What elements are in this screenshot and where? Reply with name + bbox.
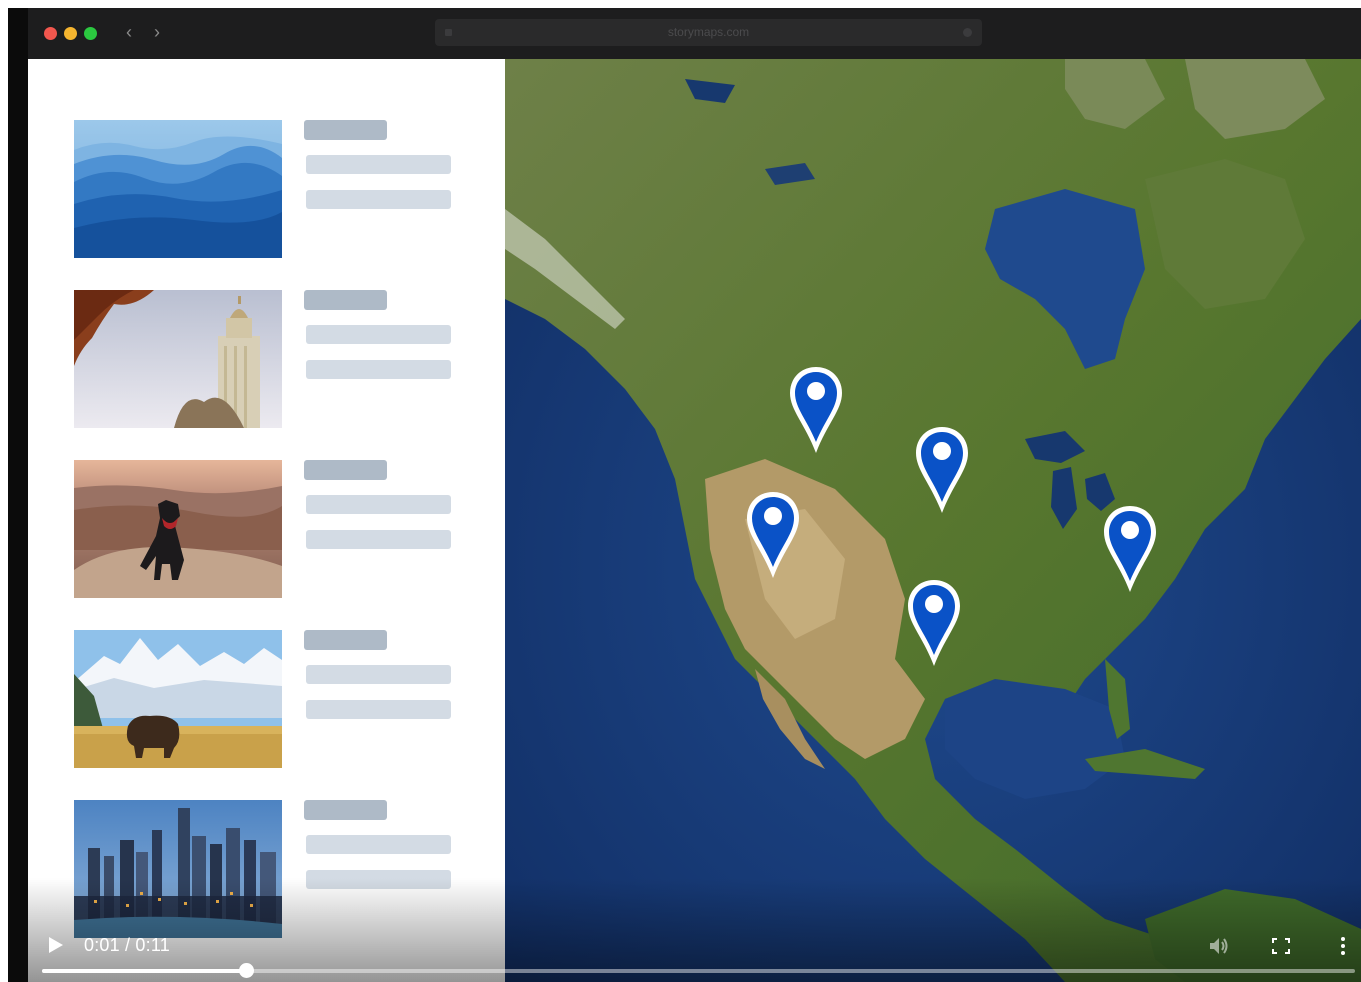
- map-pin-1[interactable]: [787, 364, 845, 456]
- video-progress-track[interactable]: [42, 963, 1355, 978]
- video-progress-fill: [42, 969, 246, 973]
- map-pin-4[interactable]: [1101, 503, 1159, 595]
- card-line-placeholder: [306, 835, 451, 854]
- fullscreen-icon[interactable]: [1272, 938, 1290, 954]
- volume-icon[interactable]: [1208, 936, 1230, 956]
- card-title-placeholder: [304, 630, 387, 650]
- story-card[interactable]: [74, 630, 451, 768]
- map-imagery: [505, 59, 1361, 982]
- window-edge: [8, 8, 28, 982]
- story-card[interactable]: [74, 460, 451, 598]
- story-card[interactable]: [74, 800, 451, 938]
- card-line-placeholder: [306, 700, 451, 719]
- play-icon[interactable]: [48, 936, 64, 954]
- url-text: storymaps.com: [667, 25, 750, 39]
- more-vertical-icon[interactable]: [1340, 936, 1346, 956]
- bison-thumbnail: [74, 630, 282, 768]
- close-window-button[interactable]: [44, 27, 57, 40]
- card-line-placeholder: [306, 870, 451, 889]
- story-list-panel: [28, 59, 505, 982]
- address-bar[interactable]: storymaps.com: [435, 19, 982, 46]
- card-line-placeholder: [306, 190, 451, 209]
- capitol-thumbnail: [74, 290, 282, 428]
- card-line-placeholder: [306, 325, 451, 344]
- map-pin-5[interactable]: [905, 577, 963, 669]
- mountains-thumbnail: [74, 120, 282, 258]
- story-card[interactable]: [74, 290, 451, 428]
- chevron-right-icon[interactable]: ›: [154, 22, 160, 42]
- card-title-placeholder: [304, 290, 387, 310]
- minimize-window-button[interactable]: [64, 27, 77, 40]
- card-line-placeholder: [306, 665, 451, 684]
- story-card[interactable]: [74, 120, 451, 258]
- card-line-placeholder: [306, 530, 451, 549]
- card-title-placeholder: [304, 120, 387, 140]
- browser-titlebar: ‹ › storymaps.com: [28, 8, 1361, 59]
- card-line-placeholder: [306, 360, 451, 379]
- card-title-placeholder: [304, 460, 387, 480]
- reload-icon[interactable]: [963, 28, 972, 37]
- browser-window: ‹ › storymaps.com 0:01 / 0:11: [8, 8, 1361, 982]
- video-timecode: 0:01 / 0:11: [84, 935, 170, 955]
- map-pin-2[interactable]: [913, 424, 971, 516]
- satellite-map[interactable]: [505, 59, 1361, 982]
- card-line-placeholder: [306, 495, 451, 514]
- card-line-placeholder: [306, 155, 451, 174]
- map-pin-3[interactable]: [744, 489, 802, 581]
- chevron-left-icon[interactable]: ‹: [126, 22, 132, 42]
- card-title-placeholder: [304, 800, 387, 820]
- video-progress-handle[interactable]: [238, 963, 254, 978]
- maximize-window-button[interactable]: [84, 27, 97, 40]
- dog-canyon-thumbnail: [74, 460, 282, 598]
- city-skyline-thumbnail: [74, 800, 282, 938]
